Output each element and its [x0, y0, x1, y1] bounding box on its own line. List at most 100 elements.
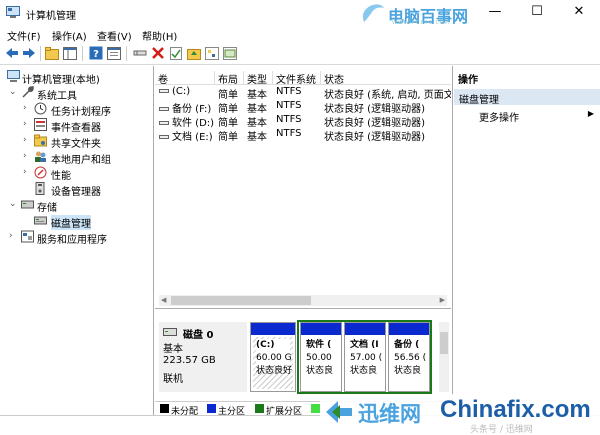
toolbar: ?	[0, 43, 600, 65]
tree-item-performance[interactable]: › 性能	[0, 165, 154, 182]
tree-label-root: 计算机管理(本地)	[22, 75, 100, 86]
expand-icon[interactable]: ›	[23, 103, 32, 113]
partition-body: 软件 ( 50.00 状态良	[303, 337, 339, 389]
column-header-volume[interactable]: 卷	[155, 71, 215, 86]
show-tree-icon[interactable]	[62, 45, 78, 61]
partition-e[interactable]: 文档 (I 57.00 ( 状态良	[344, 322, 386, 392]
check-icon[interactable]	[168, 45, 184, 61]
tree-item-services[interactable]: › 服务和应用程序	[0, 229, 154, 246]
submenu-arrow-icon: ▶	[587, 109, 594, 118]
users-icon	[35, 151, 46, 162]
minimize-button[interactable]: —	[474, 0, 516, 26]
tree-item-shared-folders[interactable]: › 共享文件夹	[0, 133, 154, 150]
actions-pane: 操作 磁盘管理 更多操作 ▶	[452, 66, 600, 415]
menu-file[interactable]: 文件(F)	[7, 28, 41, 43]
tree-label-local-users: 本地用户和组	[51, 155, 111, 166]
partition-f[interactable]: 备份 ( 56.56 ( 状态良	[388, 322, 430, 392]
tree-label-storage: 存储	[37, 203, 57, 214]
scroll-right-icon[interactable]: ▶	[440, 296, 445, 304]
filesystem-cell: NTFS	[276, 114, 302, 125]
horizontal-scrollbar[interactable]: ◀ ▶	[159, 295, 447, 306]
performance-icon	[34, 166, 47, 179]
partition-name: (C:)	[256, 339, 290, 352]
scrollbar-thumb[interactable]	[440, 332, 448, 354]
legend-extended: 扩展分区	[255, 404, 302, 417]
connect-icon[interactable]	[132, 45, 148, 61]
status-cell: 状态良好 (逻辑驱动器)	[324, 132, 425, 143]
tree-label-performance: 性能	[51, 171, 71, 182]
svg-text:?: ?	[93, 49, 99, 60]
partition-d[interactable]: 软件 ( 50.00 状态良	[300, 322, 342, 392]
legend-swatch	[160, 404, 169, 413]
partition-header	[251, 323, 295, 335]
column-header-layout[interactable]: 布局	[215, 71, 244, 86]
tree-item-storage[interactable]: ⌄ 存储	[0, 197, 154, 214]
volume-list: 卷 布局 类型 文件系统 状态 (C:) 简单 基本 NTFS 状态良好 (系统…	[155, 66, 451, 309]
close-button[interactable]: ✕	[558, 0, 600, 26]
up-folder-icon[interactable]	[44, 45, 60, 61]
tree-item-device-manager[interactable]: 设备管理器	[0, 181, 154, 198]
table-row[interactable]: (C:) 简单 基本 NTFS 状态良好 (系统, 启动, 页面文	[155, 86, 451, 101]
table-row[interactable]: 备份 (F:) 简单 基本 NTFS 状态良好 (逻辑驱动器)	[155, 100, 451, 115]
search-icon[interactable]	[204, 45, 220, 61]
disk-management-icon	[34, 216, 47, 225]
filesystem-cell: NTFS	[276, 86, 302, 97]
disk-info-panel[interactable]: 磁盘 0 基本 223.57 GB 联机	[159, 322, 247, 392]
legend-swatch	[255, 404, 264, 413]
actions-section-disk-management[interactable]: 磁盘管理	[454, 89, 600, 106]
maximize-button[interactable]: ☐	[516, 0, 558, 26]
scrollbar-thumb[interactable]	[171, 296, 311, 305]
help-icon[interactable]: ?	[88, 45, 104, 61]
partition-status: 状态良	[394, 366, 422, 376]
properties-icon[interactable]	[106, 45, 122, 61]
collapse-icon[interactable]: ⌄	[9, 87, 18, 97]
tree-item-event-viewer[interactable]: › 事件查看器	[0, 117, 154, 134]
scroll-left-icon[interactable]: ◀	[161, 296, 166, 304]
partition-body: 文档 (I 57.00 ( 状态良	[347, 337, 383, 389]
watermark-sub-text: 头条号 / 迅维网	[470, 425, 533, 435]
column-header-status[interactable]: 状态	[321, 71, 451, 86]
partition-header	[389, 323, 429, 335]
table-row[interactable]: 软件 (D:) 简单 基本 NTFS 状态良好 (逻辑驱动器)	[155, 114, 451, 129]
watermark-logo-icon	[362, 4, 384, 23]
disk-size: 223.57 GB	[163, 355, 216, 366]
delete-icon[interactable]	[150, 45, 166, 61]
wizard-icon[interactable]	[222, 45, 238, 61]
partition-c[interactable]: (C:) 60.00 G 状态良好	[250, 322, 296, 392]
tree-item-system-tools[interactable]: ⌄ 系统工具	[0, 85, 154, 102]
expand-icon[interactable]: ›	[23, 135, 32, 145]
partition-size: 50.00	[306, 353, 332, 363]
tree-item-root[interactable]: 计算机管理(本地)	[0, 69, 154, 86]
tree-label-system-tools: 系统工具	[37, 91, 77, 102]
tree-label-disk-management: 磁盘管理	[51, 215, 91, 230]
expand-icon[interactable]: ›	[23, 119, 32, 129]
expand-icon[interactable]: ›	[23, 151, 32, 161]
expand-icon[interactable]: ›	[9, 231, 18, 241]
menu-help[interactable]: 帮助(H)	[142, 28, 177, 43]
partition-body: 备份 ( 56.56 ( 状态良	[391, 337, 427, 389]
column-header-filesystem[interactable]: 文件系统	[273, 71, 321, 86]
legend-primary: 主分区	[207, 404, 245, 417]
tree-item-disk-management[interactable]: 磁盘管理	[0, 213, 154, 230]
menu-action[interactable]: 操作(A)	[52, 28, 87, 43]
status-cell: 状态良好 (逻辑驱动器)	[324, 104, 425, 115]
back-icon[interactable]	[4, 45, 20, 61]
folder-up-icon[interactable]	[186, 45, 202, 61]
legend-unallocated: 未分配	[160, 404, 198, 417]
more-actions-link[interactable]: 更多操作	[479, 109, 519, 124]
forward-icon[interactable]	[21, 45, 37, 61]
toolbar-separator	[40, 46, 41, 61]
tree-item-task-scheduler[interactable]: › 任务计划程序	[0, 101, 154, 118]
shared-folder-icon	[34, 134, 47, 147]
column-header-type[interactable]: 类型	[244, 71, 273, 86]
device-manager-icon	[35, 182, 45, 195]
collapse-icon[interactable]: ⌄	[9, 199, 18, 209]
vertical-scrollbar[interactable]	[439, 322, 449, 392]
filesystem-cell: NTFS	[276, 128, 302, 139]
menu-view[interactable]: 查看(V)	[97, 28, 132, 43]
volume-icon	[159, 121, 169, 125]
tree-item-local-users[interactable]: › 本地用户和组	[0, 149, 154, 166]
table-row[interactable]: 文档 (E:) 简单 基本 NTFS 状态良好 (逻辑驱动器)	[155, 128, 451, 143]
expand-icon[interactable]: ›	[23, 167, 32, 177]
disk-icon	[163, 328, 177, 336]
